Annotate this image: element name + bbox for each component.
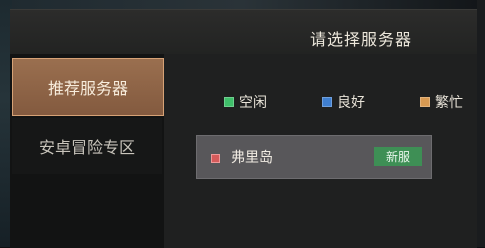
legend-good: 良好 xyxy=(322,92,365,112)
new-server-badge: 新服 xyxy=(374,147,422,166)
tab-label: 推荐服务器 xyxy=(47,79,128,98)
legend-label: 良好 xyxy=(337,95,365,111)
tab-android-adventure-zone[interactable]: 安卓冒险专区 xyxy=(12,118,162,174)
busy-status-icon xyxy=(420,97,430,107)
legend-label: 繁忙 xyxy=(435,95,463,111)
server-category-sidebar: 推荐服务器 安卓冒险专区 xyxy=(10,54,164,248)
legend-idle: 空闲 xyxy=(224,92,267,112)
server-list-area: 空闲 良好 繁忙 弗里岛 新服 xyxy=(164,54,477,248)
server-name: 弗里岛 xyxy=(231,150,273,166)
panel-header: 请选择服务器 xyxy=(10,10,477,54)
legend-label: 空闲 xyxy=(239,95,267,111)
tab-recommended-servers[interactable]: 推荐服务器 xyxy=(12,58,164,116)
page-title: 请选择服务器 xyxy=(310,30,413,49)
server-select-panel: 请选择服务器 推荐服务器 安卓冒险专区 空闲 良好 繁忙 弗里岛 新服 xyxy=(10,9,477,248)
idle-status-icon xyxy=(224,97,234,107)
background-scenery-right xyxy=(477,0,485,247)
legend-busy: 繁忙 xyxy=(420,92,463,112)
server-status-icon xyxy=(211,154,220,163)
good-status-icon xyxy=(322,97,332,107)
tab-label: 安卓冒险专区 xyxy=(38,138,135,157)
server-item[interactable]: 弗里岛 新服 xyxy=(196,135,432,179)
